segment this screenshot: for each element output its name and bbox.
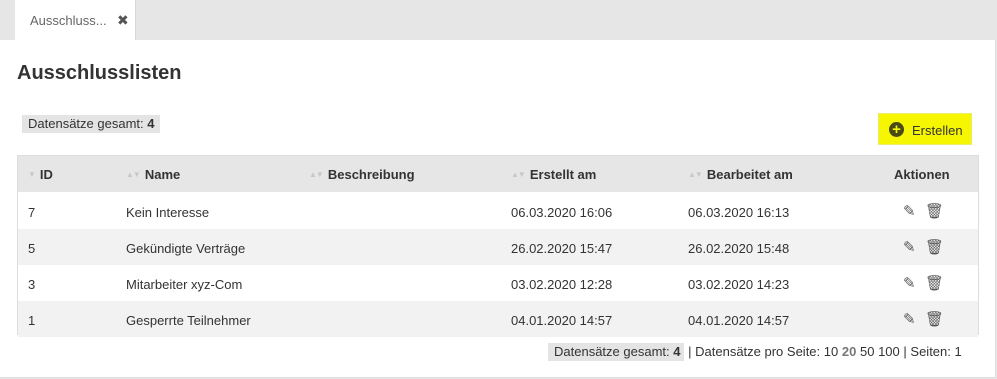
- sort-icon: ▲▼: [309, 170, 324, 179]
- plus-circle-icon: +: [889, 122, 904, 137]
- column-header-edited[interactable]: ▲▼ Bearbeitet am: [688, 167, 793, 182]
- cell-created: 06.03.2020 16:06: [511, 205, 613, 220]
- record-count-badge: Datensätze gesamt: 4: [22, 115, 161, 133]
- tab-label: Ausschluss...: [30, 13, 107, 28]
- cell-name: Kein Interesse: [126, 205, 210, 220]
- column-header-created[interactable]: ▲▼ Erstellt am: [511, 167, 596, 182]
- cell-id: 1: [28, 313, 36, 328]
- cell-id: 5: [28, 241, 36, 256]
- per-page-option-100[interactable]: 100: [878, 344, 900, 359]
- sort-icon: ▲▼: [511, 170, 526, 179]
- per-page-label: Datensätze pro Seite:: [695, 344, 821, 359]
- exclusion-list-table: ▼ ID ▲▼ Name ▲▼ Beschreibung ▲▼ Erstellt am …: [17, 155, 979, 337]
- trash-icon[interactable]: 🗑: [925, 310, 944, 328]
- cell-created: 26.02.2020 15:47: [511, 241, 613, 256]
- pages-label: Seiten:: [910, 344, 951, 359]
- column-header-name[interactable]: ▲▼ Name: [126, 167, 180, 182]
- per-page-option-10[interactable]: 10: [824, 344, 838, 359]
- create-button[interactable]: + Erstellen: [878, 113, 972, 145]
- create-button-label: Erstellen: [912, 123, 963, 138]
- trash-icon[interactable]: 🗑: [925, 238, 944, 256]
- cell-edited: 26.02.2020 15:48: [688, 241, 790, 256]
- pencil-icon[interactable]: ✎: [903, 274, 916, 292]
- pages-value: 1: [954, 344, 962, 359]
- cell-edited: 04.01.2020 14:57: [688, 313, 790, 328]
- record-count-value: 4: [147, 116, 155, 131]
- cell-edited: 03.02.2020 14:23: [688, 277, 790, 292]
- column-header-description[interactable]: ▲▼ Beschreibung: [309, 167, 415, 182]
- close-icon[interactable]: ✖: [117, 12, 129, 29]
- record-count-label: Datensätze gesamt:: [28, 116, 144, 131]
- column-header-id[interactable]: ▼ ID: [28, 167, 53, 182]
- cell-created: 03.02.2020 12:28: [511, 277, 613, 292]
- trash-icon[interactable]: 🗑: [925, 274, 944, 292]
- table-row[interactable]: 5 Gekündigte Verträge 26.02.2020 15:47 2…: [18, 229, 978, 265]
- cell-name: Mitarbeiter xyz-Com: [126, 277, 243, 292]
- column-header-actions: Aktionen: [894, 167, 950, 182]
- trash-icon[interactable]: 🗑: [925, 202, 944, 220]
- tab-ausschlusslisten[interactable]: Ausschluss... ✖: [15, 0, 136, 40]
- table-row[interactable]: 7 Kein Interesse 06.03.2020 16:06 06.03.…: [18, 193, 978, 229]
- cell-name: Gekündigte Verträge: [126, 241, 246, 256]
- pencil-icon[interactable]: ✎: [903, 238, 916, 256]
- sort-icon: ▲▼: [688, 170, 703, 179]
- table-row[interactable]: 1 Gesperrte Teilnehmer 04.01.2020 14:57 …: [18, 301, 978, 337]
- page-title: Ausschlusslisten: [17, 62, 182, 84]
- cell-created: 04.01.2020 14:57: [511, 313, 613, 328]
- pagination-bar: Datensätze gesamt: 4 | Datensätze pro Se…: [548, 343, 962, 361]
- sort-icon: ▼: [28, 170, 36, 179]
- cell-edited: 06.03.2020 16:13: [688, 205, 790, 220]
- pager-total: Datensätze gesamt: 4: [548, 343, 685, 361]
- table-header: ▼ ID ▲▼ Name ▲▼ Beschreibung ▲▼ Erstellt am …: [18, 156, 978, 192]
- sort-icon: ▲▼: [126, 170, 141, 179]
- separator: |: [903, 344, 907, 359]
- cell-id: 3: [28, 277, 36, 292]
- per-page-option-20[interactable]: 20: [842, 344, 856, 359]
- cell-name: Gesperrte Teilnehmer: [126, 313, 251, 328]
- tab-strip: Ausschluss... ✖: [0, 0, 997, 40]
- content-panel: Ausschlusslisten Datensätze gesamt: 4 + …: [0, 40, 996, 378]
- pencil-icon[interactable]: ✎: [903, 202, 916, 220]
- separator: |: [688, 344, 692, 359]
- per-page-option-50[interactable]: 50: [860, 344, 874, 359]
- pencil-icon[interactable]: ✎: [903, 310, 916, 328]
- table-row[interactable]: 3 Mitarbeiter xyz-Com 03.02.2020 12:28 0…: [18, 265, 978, 301]
- cell-id: 7: [28, 205, 36, 220]
